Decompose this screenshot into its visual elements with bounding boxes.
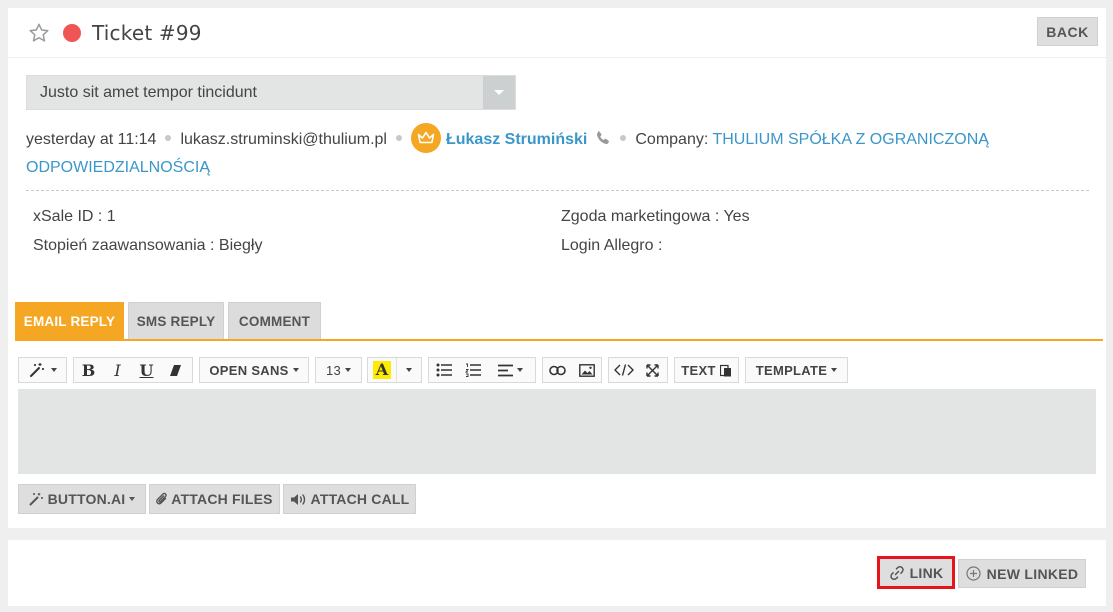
company-label: Company:: [635, 131, 709, 149]
link-icon: [889, 565, 905, 581]
ticket-meta: yesterday at 11:14 lukasz.struminski@thul…: [26, 123, 1086, 181]
insert-image-button[interactable]: [572, 358, 601, 382]
clipboard-icon: [719, 364, 732, 377]
crown-icon: [410, 123, 441, 153]
font-family-dropdown[interactable]: OPEN SANS: [199, 357, 309, 383]
company-link-continued[interactable]: ODPOWIEDZIALNOŚCIĄ: [26, 159, 210, 176]
fullscreen-button[interactable]: [638, 358, 667, 382]
paragraph-group: [428, 357, 536, 383]
template-dropdown[interactable]: TEMPLATE: [745, 357, 848, 383]
magic-group: [18, 357, 67, 383]
magic-wand-icon: [29, 362, 47, 378]
numbered-list-icon: [464, 363, 481, 377]
align-dropdown[interactable]: [487, 358, 533, 382]
italic-button[interactable]: I: [103, 358, 132, 382]
attach-files-button[interactable]: ATTACH FILES: [149, 484, 280, 514]
bullet-list-icon: [436, 363, 452, 377]
page-title: Ticket #99: [92, 21, 202, 45]
tab-sms-reply[interactable]: SMS REPLY: [128, 302, 224, 340]
ticket-time: yesterday at 11:14: [26, 131, 157, 149]
contact-name-link[interactable]: Łukasz Strumiński: [446, 131, 587, 148]
magic-wand-button[interactable]: [19, 358, 66, 382]
new-linked-button[interactable]: NEW LINKED: [958, 559, 1086, 588]
button-ai-label: BUTTON.AI: [47, 491, 126, 507]
numbered-list-button[interactable]: [458, 358, 487, 382]
phone-icon[interactable]: [595, 130, 611, 146]
format-group: B I U: [73, 357, 193, 383]
attach-call-label: ATTACH CALL: [310, 491, 410, 507]
reply-editor[interactable]: [18, 389, 1096, 474]
back-button[interactable]: BACK: [1037, 17, 1098, 46]
link-label: LINK: [909, 564, 944, 581]
paste-text-label: TEXT: [681, 362, 716, 378]
linked-tickets-panel: LINK NEW LINKED: [8, 540, 1106, 606]
button-ai-dropdown[interactable]: BUTTON.AI: [18, 484, 146, 514]
link-icon: [549, 365, 566, 376]
align-left-icon: [497, 364, 513, 377]
field-login: Login Allegro :: [561, 237, 663, 254]
star-icon[interactable]: [28, 22, 50, 44]
tab-email-reply[interactable]: EMAIL REPLY: [15, 302, 124, 340]
insert-link-button[interactable]: [543, 358, 572, 382]
subject-value: Justo sit amet tempor tincidunt: [40, 84, 257, 101]
bullet-list-button[interactable]: [429, 358, 458, 382]
code-icon: [613, 364, 634, 376]
text-color-icon: A: [372, 361, 392, 379]
ticket-header: Ticket #99 BACK: [8, 8, 1106, 58]
speaker-icon: [290, 493, 307, 506]
paste-text-button[interactable]: TEXT: [674, 357, 739, 383]
color-group: A: [367, 357, 422, 383]
field-zgoda: Zgoda marketingowa : Yes: [561, 208, 750, 225]
magic-wand-icon: [29, 492, 45, 506]
font-size-dropdown[interactable]: 13: [315, 357, 362, 383]
insert-group: [542, 357, 602, 383]
fullscreen-icon: [646, 363, 659, 377]
plus-circle-icon: [966, 566, 981, 581]
bold-button[interactable]: B: [74, 358, 103, 382]
eraser-button[interactable]: [161, 358, 190, 382]
underline-button[interactable]: U: [132, 358, 161, 382]
attach-files-label: ATTACH FILES: [171, 491, 273, 507]
new-linked-label: NEW LINKED: [986, 565, 1079, 582]
font-family-value: OPEN SANS: [209, 362, 289, 378]
company-link[interactable]: THULIUM SPÓŁKA Z OGRANICZONĄ: [712, 131, 988, 148]
eraser-icon: [169, 364, 182, 377]
ticket-details-panel: Ticket #99 BACK Justo sit amet tempor ti…: [8, 8, 1106, 284]
image-icon: [578, 363, 595, 377]
font-size-value: 13: [325, 362, 342, 378]
text-color-dropdown[interactable]: [396, 358, 421, 382]
subject-select[interactable]: Justo sit amet tempor tincidunt: [26, 75, 516, 110]
tab-comment[interactable]: COMMENT: [228, 302, 321, 340]
separator-dot: [395, 135, 402, 141]
status-dot: [63, 24, 81, 42]
divider: [26, 190, 1089, 191]
text-color-button[interactable]: A: [368, 358, 396, 382]
separator-dot: [165, 135, 172, 141]
attach-call-button[interactable]: ATTACH CALL: [283, 484, 416, 514]
field-stopien: Stopień zaawansowania : Biegły: [33, 237, 263, 254]
link-button[interactable]: LINK: [877, 556, 955, 589]
paperclip-icon: [156, 492, 168, 507]
chevron-down-icon[interactable]: [483, 76, 515, 109]
tab-underline: [15, 339, 1103, 341]
reply-panel: EMAIL REPLY SMS REPLY COMMENT B I U OPEN…: [8, 284, 1106, 528]
template-label: TEMPLATE: [755, 362, 828, 378]
code-view-button[interactable]: [609, 358, 638, 382]
separator-dot: [620, 135, 627, 141]
field-xsale: xSale ID : 1: [33, 208, 116, 225]
contact-email: lukasz.struminski@thulium.pl: [180, 131, 387, 149]
view-group: [608, 357, 668, 383]
